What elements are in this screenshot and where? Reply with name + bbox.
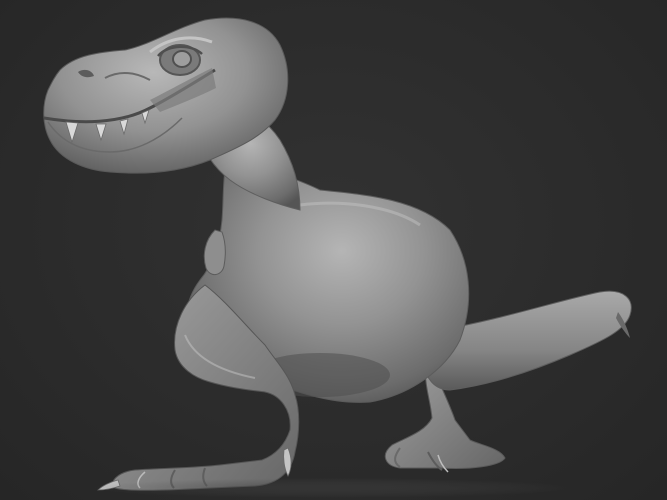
ground-shadow bbox=[90, 478, 570, 498]
t-rex-sculpt-model[interactable] bbox=[0, 0, 667, 500]
sculpt-viewport[interactable] bbox=[0, 0, 667, 500]
arm bbox=[203, 229, 226, 275]
eye-icon bbox=[157, 44, 203, 76]
